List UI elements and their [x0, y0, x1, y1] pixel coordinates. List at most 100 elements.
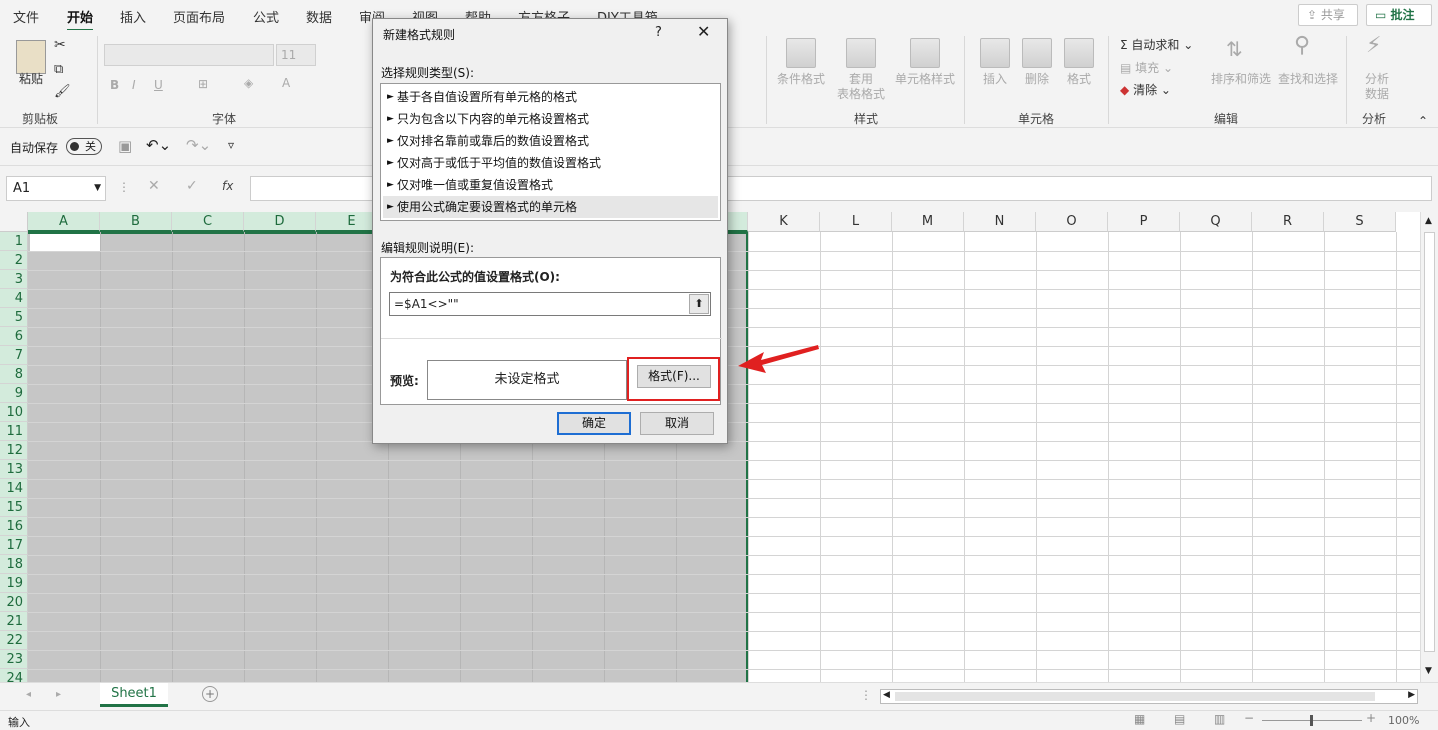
collapse-dialog-icon[interactable]: ⬆ [689, 294, 709, 314]
normal-view-icon[interactable]: ▦ [1134, 712, 1145, 726]
delete-cells-label[interactable]: 删除 [1018, 72, 1056, 87]
scroll-down-icon[interactable]: ▼ [1425, 666, 1432, 676]
next-sheet-icon[interactable]: ▸ [56, 689, 61, 700]
paste-icon[interactable] [16, 40, 46, 74]
sheet-tab-sheet1[interactable]: Sheet1 [100, 683, 168, 707]
row-header[interactable]: 1 [0, 232, 28, 251]
tab-data[interactable]: 数据 [306, 7, 332, 26]
tab-insert[interactable]: 插入 [120, 7, 146, 26]
undo-icon[interactable]: ↶⌄ [146, 136, 171, 154]
italic-button[interactable]: I [132, 78, 136, 93]
row-header[interactable]: 5 [0, 308, 28, 327]
page-break-view-icon[interactable]: ▥ [1214, 712, 1225, 726]
tab-formulas[interactable]: 公式 [253, 7, 279, 26]
row-header[interactable]: 17 [0, 536, 28, 555]
comments-button[interactable]: ▭ 批注 [1366, 4, 1432, 26]
scroll-thumb[interactable] [895, 692, 1375, 701]
cancel-button[interactable]: 取消 [640, 412, 714, 435]
sort-filter-label[interactable]: 排序和筛选 [1208, 72, 1274, 87]
format-cells-icon[interactable] [1064, 38, 1094, 68]
format-painter-icon[interactable]: 🖌 [54, 84, 71, 99]
select-all-corner[interactable] [0, 212, 28, 232]
underline-button[interactable]: U [154, 78, 163, 93]
row-header[interactable]: 9 [0, 384, 28, 403]
rule-type-list[interactable]: 基于各自值设置所有单元格的格式 只为包含以下内容的单元格设置格式 仅对排名靠前或… [380, 83, 721, 221]
row-header[interactable]: 22 [0, 631, 28, 650]
row-header[interactable]: 12 [0, 441, 28, 460]
insert-cells-icon[interactable] [980, 38, 1010, 68]
column-header[interactable]: C [172, 212, 244, 232]
row-header[interactable]: 16 [0, 517, 28, 536]
row-header[interactable]: 19 [0, 574, 28, 593]
rule-type-item[interactable]: 仅对高于或低于平均值的数值设置格式 [383, 152, 718, 174]
zoom-out-icon[interactable]: − [1244, 711, 1254, 725]
column-header[interactable]: L [820, 212, 892, 232]
column-header[interactable]: K [748, 212, 820, 232]
find-select-icon[interactable]: ⚲ [1294, 35, 1310, 57]
row-header[interactable]: 4 [0, 289, 28, 308]
formula-input[interactable]: =$A1<>"" ⬆ [389, 292, 711, 316]
ok-button[interactable]: 确定 [557, 412, 631, 435]
scroll-left-icon[interactable]: ◀ [883, 690, 890, 700]
insert-function-icon[interactable]: fx [222, 179, 233, 193]
row-header[interactable]: 13 [0, 460, 28, 479]
rule-type-item-selected[interactable]: 使用公式确定要设置格式的单元格 [383, 196, 718, 218]
cell-styles-icon[interactable] [910, 38, 940, 68]
format-cells-label[interactable]: 格式 [1060, 72, 1098, 87]
conditional-format-label[interactable]: 条件格式 [772, 72, 830, 87]
copy-icon[interactable]: ⧉ [54, 62, 63, 77]
row-header[interactable]: 20 [0, 593, 28, 612]
row-header[interactable]: 11 [0, 422, 28, 441]
horizontal-scrollbar[interactable]: ◀ ▶ [880, 689, 1418, 704]
conditional-format-icon[interactable] [786, 38, 816, 68]
find-select-label[interactable]: 查找和选择 [1274, 72, 1342, 87]
row-header[interactable]: 18 [0, 555, 28, 574]
scroll-right-icon[interactable]: ▶ [1408, 690, 1415, 700]
autosum-button[interactable]: Σ 自动求和 ⌄ [1120, 38, 1193, 53]
enter-entry-icon[interactable]: ✓ [186, 178, 198, 194]
delete-cells-icon[interactable] [1022, 38, 1052, 68]
save-icon[interactable]: ▣ [118, 137, 132, 155]
zoom-level[interactable]: 100% [1388, 714, 1419, 727]
row-header[interactable]: 24 [0, 669, 28, 682]
page-layout-view-icon[interactable]: ▤ [1174, 712, 1185, 726]
redo-icon[interactable]: ↷⌄ [186, 136, 211, 154]
table-format-label[interactable]: 套用 表格格式 [826, 72, 896, 102]
clear-button[interactable]: ◆ 清除 ⌄ [1120, 83, 1171, 98]
scroll-thumb[interactable] [1424, 232, 1435, 652]
zoom-in-icon[interactable]: + [1366, 711, 1376, 725]
name-box[interactable]: A1 ▼ [6, 176, 106, 201]
prev-sheet-icon[interactable]: ◂ [26, 689, 31, 700]
rule-type-item[interactable]: 仅对唯一值或重复值设置格式 [383, 174, 718, 196]
vertical-scrollbar[interactable]: ▲ ▼ [1420, 212, 1438, 682]
row-header[interactable]: 14 [0, 479, 28, 498]
column-header[interactable]: M [892, 212, 964, 232]
column-header[interactable]: R [1252, 212, 1324, 232]
rule-type-item[interactable]: 只为包含以下内容的单元格设置格式 [383, 108, 718, 130]
tab-file[interactable]: 文件 [13, 7, 39, 26]
row-header[interactable]: 3 [0, 270, 28, 289]
row-header[interactable]: 21 [0, 612, 28, 631]
column-header[interactable]: S [1324, 212, 1396, 232]
row-header[interactable]: 23 [0, 650, 28, 669]
column-header[interactable]: Q [1180, 212, 1252, 232]
insert-cells-label[interactable]: 插入 [976, 72, 1014, 87]
border-icon[interactable]: ⊞ [198, 77, 208, 92]
cell-styles-label[interactable]: 单元格样式 [892, 72, 958, 87]
row-header[interactable]: 2 [0, 251, 28, 270]
tab-home[interactable]: 开始 [67, 7, 94, 32]
row-header[interactable]: 7 [0, 346, 28, 365]
analyze-data-label[interactable]: 分析 数据 [1360, 72, 1394, 102]
sort-filter-icon[interactable]: ⇅ [1226, 39, 1243, 59]
column-header[interactable]: A [28, 212, 100, 232]
tab-page-layout[interactable]: 页面布局 [173, 7, 225, 26]
font-name-select[interactable] [104, 44, 274, 66]
row-header[interactable]: 8 [0, 365, 28, 384]
rule-type-item[interactable]: 仅对排名靠前或靠后的数值设置格式 [383, 130, 718, 152]
active-cell[interactable] [30, 234, 100, 251]
column-header[interactable]: N [964, 212, 1036, 232]
column-header[interactable]: O [1036, 212, 1108, 232]
bold-button[interactable]: B [110, 78, 119, 93]
rule-type-item[interactable]: 基于各自值设置所有单元格的格式 [383, 86, 718, 108]
help-icon[interactable]: ? [655, 25, 662, 40]
